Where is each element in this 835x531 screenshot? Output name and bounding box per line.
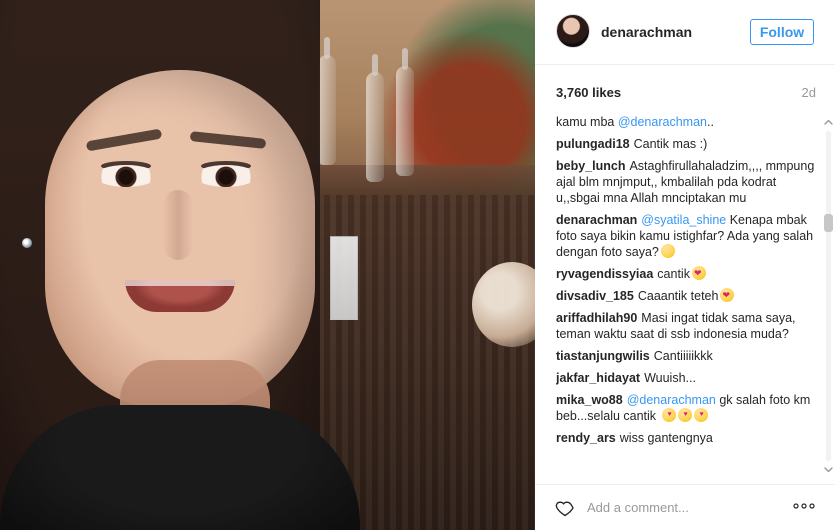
comment: jakfar_hidayat Wuuish...: [556, 370, 816, 386]
post-age: 2d: [801, 85, 816, 100]
comment-text: Cantiiiiikkk: [653, 349, 713, 363]
scroll-up-arrow-icon[interactable]: [822, 116, 835, 129]
comment-composer: Add a comment...: [535, 484, 835, 531]
comment-username[interactable]: pulungadi18: [556, 137, 630, 151]
comment: ryvagendissyiaa cantik: [556, 265, 816, 282]
comment-username[interactable]: jakfar_hidayat: [556, 371, 640, 385]
comment-username[interactable]: mika_wo88: [556, 393, 623, 407]
comment-username[interactable]: denarachman: [556, 213, 637, 227]
mention-link[interactable]: @syatila_shine: [641, 213, 726, 227]
mention-link[interactable]: @denarachman: [627, 393, 716, 407]
mention-link[interactable]: @denarachman: [618, 115, 707, 129]
comment-username[interactable]: ariffadhilah90: [556, 311, 637, 325]
post-details-panel: denarachman Follow 3,760 likes 2d kamu m…: [535, 0, 835, 530]
comment-username[interactable]: tiastanjungwilis: [556, 349, 650, 363]
photo-bottle: [396, 48, 414, 176]
comment-username[interactable]: beby_lunch: [556, 159, 625, 173]
comment-text: Cantik mas :): [633, 137, 708, 151]
avatar[interactable]: [556, 14, 590, 48]
photo-sign: [330, 236, 358, 320]
heart-icon[interactable]: [555, 498, 575, 518]
comment: divsadiv_185 Caaantik teteh: [556, 287, 816, 304]
comment-text: kamu mba: [556, 115, 618, 129]
kiss-emoji-icon: [661, 407, 676, 423]
comment: denarachman @syatila_shine Kenapa mbak fo…: [556, 212, 816, 260]
person-nose: [163, 190, 193, 260]
comment-text-suffix: ..: [706, 115, 714, 129]
comment-username[interactable]: rendy_ars: [556, 431, 616, 445]
person-mouth: [125, 280, 235, 312]
post-header: denarachman Follow: [535, 0, 835, 65]
post-photo: [0, 0, 535, 530]
scroll-down-arrow-icon[interactable]: [822, 463, 835, 476]
more-options-icon[interactable]: [793, 503, 815, 509]
comment-text: cantik: [657, 267, 690, 281]
heart-eyes-emoji-icon: [720, 287, 735, 303]
heart-eyes-emoji-icon: [691, 265, 706, 281]
add-comment-input[interactable]: Add a comment...: [587, 500, 689, 515]
author-username[interactable]: denarachman: [601, 24, 692, 40]
comment-text: Wuuish...: [644, 371, 696, 385]
photo-shelf: [300, 165, 535, 195]
kiss-emoji-icon: [693, 407, 708, 423]
likes-count[interactable]: 3,760 likes: [556, 85, 621, 100]
comment: beby_lunch Astaghfirullahaladzim,,,, mmpu…: [556, 158, 816, 206]
comment-username[interactable]: divsadiv_185: [556, 289, 634, 303]
comment-username[interactable]: ryvagendissyiaa: [556, 267, 653, 281]
post-meta: 3,760 likes 2d: [556, 85, 816, 103]
comment: rendy_ars wiss gantengnya: [556, 430, 816, 446]
person-eye-left: [95, 165, 157, 187]
comment-text: wiss gantengnya: [619, 431, 713, 445]
comment: tiastanjungwilis Cantiiiiikkk: [556, 348, 816, 364]
follow-button[interactable]: Follow: [750, 19, 814, 45]
comment: pulungadi18 Cantik mas :): [556, 136, 816, 152]
photo-bottle: [318, 37, 336, 165]
kiss-emoji-icon: [677, 407, 692, 423]
smile-emoji-icon: [660, 244, 675, 258]
instagram-post-lightbox: denarachman Follow 3,760 likes 2d kamu m…: [0, 0, 835, 530]
person-eye-right: [195, 165, 257, 187]
comment: kamu mba @denarachman..: [556, 114, 816, 130]
comment: ariffadhilah90 Masi ingat tidak sama saya…: [556, 310, 816, 342]
comments-list[interactable]: kamu mba @denarachman.. pulungadi18 Canti…: [556, 114, 816, 474]
comments-scrollbar[interactable]: [822, 116, 835, 476]
comment-text: Caaantik teteh: [637, 289, 719, 303]
comment: mika_wo88 @denarachman gk salah foto km b…: [556, 392, 816, 424]
photo-bottle: [366, 54, 384, 182]
scrollbar-track[interactable]: [826, 131, 831, 461]
earring: [22, 238, 32, 248]
scrollbar-thumb[interactable]: [824, 214, 833, 232]
